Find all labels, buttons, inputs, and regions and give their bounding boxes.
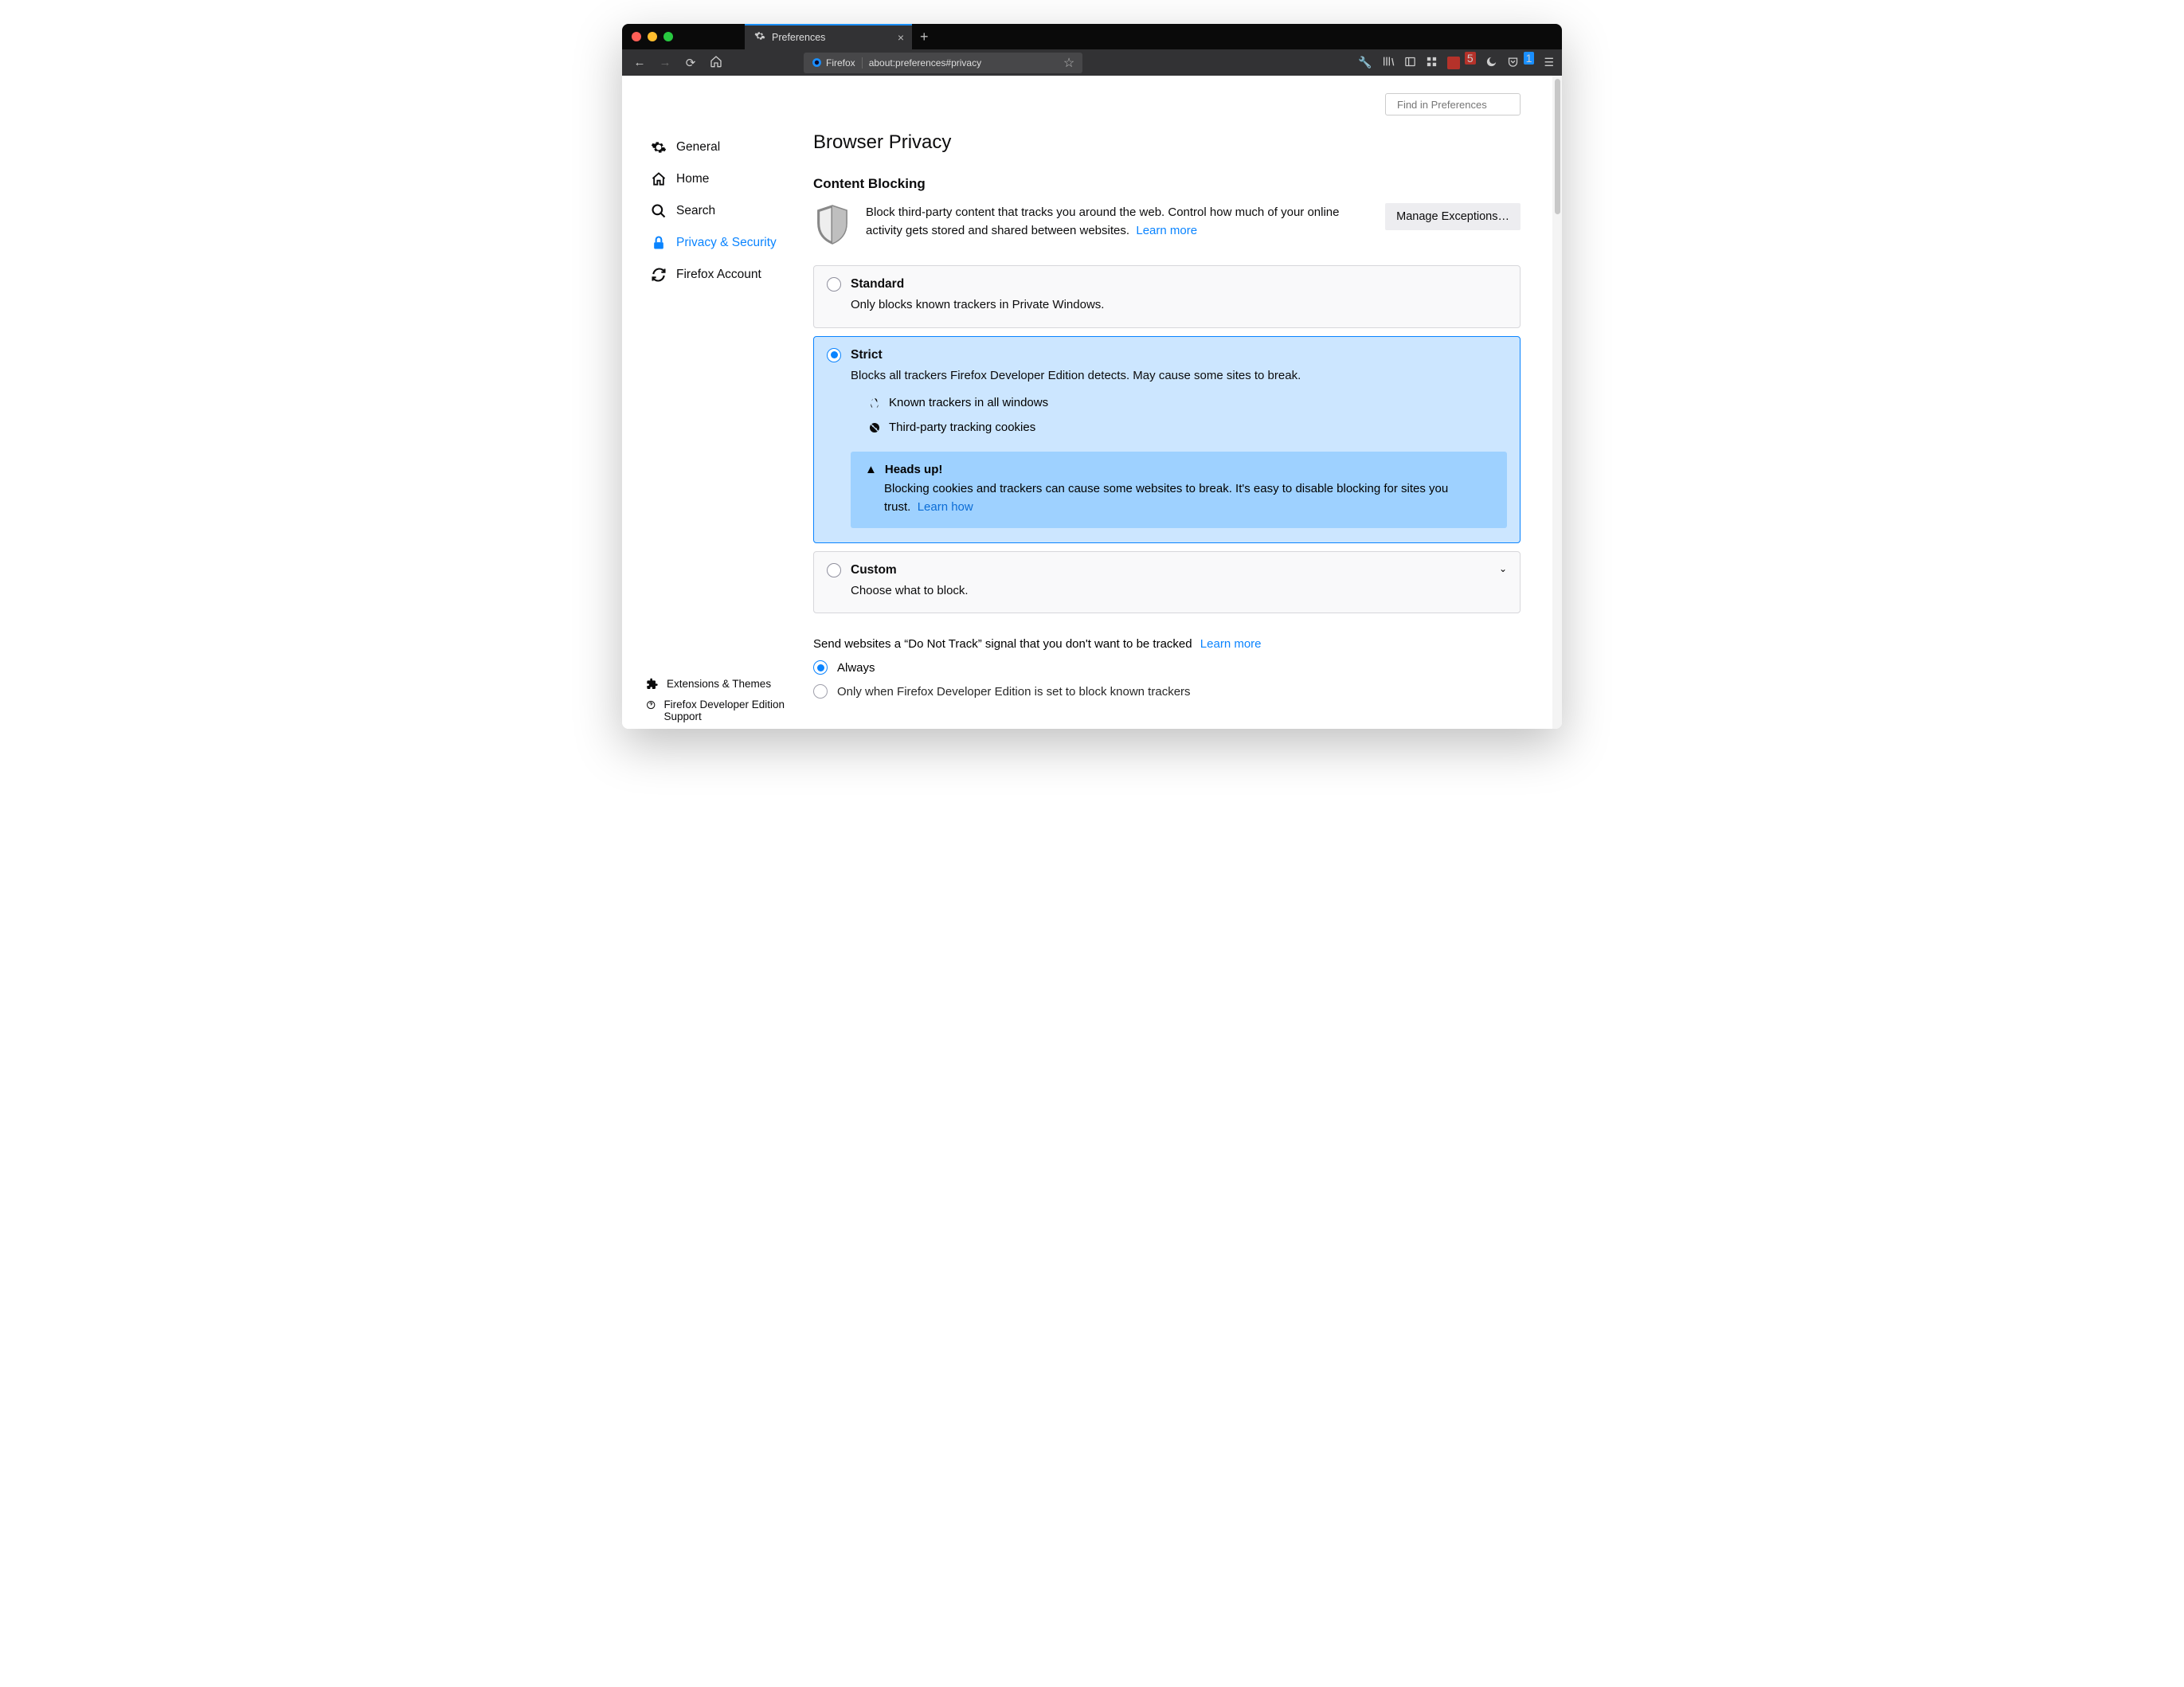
scrollbar-thumb[interactable]: [1555, 79, 1560, 214]
scrollbar[interactable]: [1552, 76, 1562, 729]
section-title: Content Blocking: [813, 176, 1521, 192]
feature-label: Known trackers in all windows: [889, 396, 1048, 409]
bookmark-star-icon[interactable]: ☆: [1063, 55, 1074, 71]
browser-window: Preferences × + ← → ⟳ Firefox about:pref…: [622, 24, 1562, 729]
learn-more-link[interactable]: Learn more: [1136, 224, 1197, 237]
support-link[interactable]: Firefox Developer Edition Support: [646, 699, 789, 722]
option-desc: Only blocks known trackers in Private Wi…: [851, 296, 1507, 315]
fullscreen-window-button[interactable]: [663, 32, 673, 41]
page-title: Browser Privacy: [813, 131, 1521, 154]
url-bar[interactable]: Firefox about:preferences#privacy ☆: [804, 53, 1082, 73]
preferences-main: Browser Privacy Content Blocking Block t…: [805, 76, 1552, 729]
gear-icon: [754, 30, 765, 45]
feature-label: Third-party tracking cookies: [889, 421, 1035, 434]
extension-red-icon[interactable]: [1447, 57, 1460, 69]
home-button[interactable]: [706, 55, 726, 71]
grid-addon-icon[interactable]: [1426, 56, 1438, 70]
sidebar-item-search[interactable]: Search: [646, 195, 805, 227]
chevron-down-icon[interactable]: ⌄: [1499, 563, 1507, 574]
menu-button[interactable]: ☰: [1544, 56, 1554, 69]
library-icon[interactable]: [1382, 55, 1395, 70]
option-custom[interactable]: ⌄ Custom Choose what to block.: [813, 551, 1521, 614]
pocket-badge: 1: [1524, 52, 1535, 65]
search-input[interactable]: [1397, 99, 1537, 111]
dnt-option-always[interactable]: Always: [813, 660, 1521, 675]
sidebar-item-label: Home: [676, 172, 709, 186]
option-title: Standard: [851, 277, 904, 292]
sidebar-item-label: Search: [676, 204, 715, 218]
sidebar-item-privacy-security[interactable]: Privacy & Security: [646, 227, 805, 259]
option-desc: Blocks all trackers Firefox Developer Ed…: [851, 367, 1507, 386]
tab-label: Preferences: [772, 32, 891, 43]
manage-exceptions-button[interactable]: Manage Exceptions…: [1385, 203, 1521, 230]
tracker-icon: [868, 397, 881, 409]
option-title: Custom: [851, 563, 897, 577]
sidebar-item-label: Privacy & Security: [676, 236, 777, 250]
extension-badge: 5: [1465, 52, 1476, 65]
url-text: about:preferences#privacy: [869, 57, 1057, 68]
dnt-learn-more-link[interactable]: Learn more: [1200, 637, 1262, 651]
new-tab-button[interactable]: +: [920, 29, 929, 45]
puzzle-icon: [646, 678, 659, 691]
search-icon: [651, 203, 667, 219]
option-strict[interactable]: Strict Blocks all trackers Firefox Devel…: [813, 336, 1521, 543]
radio-standard[interactable]: [827, 277, 841, 292]
do-not-track-section: Send websites a “Do Not Track” signal th…: [813, 637, 1521, 699]
radio-dnt-only[interactable]: [813, 684, 828, 699]
extensions-themes-link[interactable]: Extensions & Themes: [646, 678, 789, 691]
close-tab-icon[interactable]: ×: [898, 31, 904, 44]
find-in-preferences[interactable]: [1385, 93, 1521, 115]
identity-firefox-icon: Firefox: [812, 57, 863, 68]
option-desc: Choose what to block.: [851, 582, 1507, 601]
lock-icon: [651, 235, 667, 251]
sidebar-item-firefox-account[interactable]: Firefox Account: [646, 259, 805, 291]
gear-icon: [651, 139, 667, 155]
close-window-button[interactable]: [632, 32, 641, 41]
sidebar-item-general[interactable]: General: [646, 131, 805, 163]
minimize-window-button[interactable]: [648, 32, 657, 41]
preferences-sidebar: General Home Search Privacy & Security: [622, 76, 805, 729]
devtools-icon[interactable]: 🔧: [1358, 56, 1372, 69]
forward-button[interactable]: →: [656, 56, 675, 69]
toolbar: ← → ⟳ Firefox about:preferences#privacy …: [622, 49, 1562, 76]
cookie-icon: [868, 421, 881, 434]
nightly-icon[interactable]: [1485, 56, 1497, 70]
sync-icon: [651, 267, 667, 283]
sidebar-item-home[interactable]: Home: [646, 163, 805, 195]
sidebar-item-label: General: [676, 140, 720, 155]
reload-button[interactable]: ⟳: [681, 56, 700, 70]
back-button[interactable]: ←: [630, 56, 649, 69]
sidebar-item-label: Firefox Account: [676, 268, 761, 282]
home-icon: [651, 171, 667, 187]
sidebars-icon[interactable]: [1404, 56, 1416, 70]
option-title: Strict: [851, 348, 883, 362]
warning-icon: ▲: [865, 463, 877, 476]
content-blocking-description: Block third-party content that tracks yo…: [866, 203, 1371, 241]
learn-how-link[interactable]: Learn how: [918, 500, 973, 514]
pocket-icon[interactable]: [1507, 56, 1519, 70]
titlebar: Preferences × +: [622, 24, 1562, 49]
traffic-lights: [632, 32, 673, 41]
tab-preferences[interactable]: Preferences ×: [745, 24, 912, 49]
heads-up-banner: ▲Heads up! Blocking cookies and trackers…: [851, 452, 1507, 528]
content-area: General Home Search Privacy & Security: [622, 76, 1562, 729]
radio-strict[interactable]: [827, 348, 841, 362]
dnt-option-only-blocking[interactable]: Only when Firefox Developer Edition is s…: [813, 684, 1521, 699]
toolbar-addon-icons: 🔧 5 1 ☰: [1358, 55, 1554, 70]
radio-custom[interactable]: [827, 563, 841, 577]
radio-dnt-always[interactable]: [813, 660, 828, 675]
option-standard[interactable]: Standard Only blocks known trackers in P…: [813, 265, 1521, 328]
shield-icon: [813, 203, 851, 246]
help-icon: [646, 699, 656, 711]
sidebar-footer: Extensions & Themes Firefox Developer Ed…: [646, 678, 789, 722]
